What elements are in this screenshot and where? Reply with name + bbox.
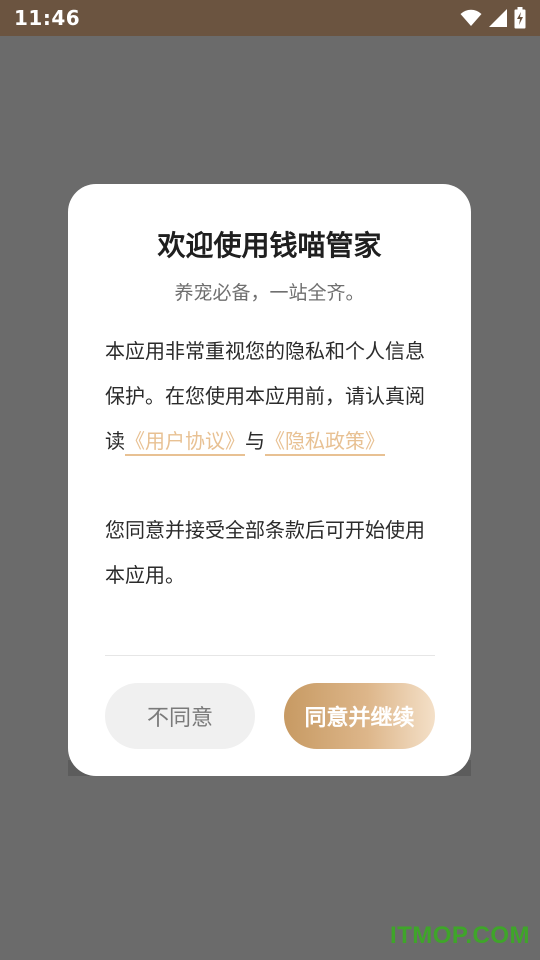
privacy-dialog: 欢迎使用钱喵管家 养宠必备，一站全齐。 本应用非常重视您的隐私和个人信息保护。在… (68, 184, 471, 776)
privacy-policy-link[interactable]: 《隐私政策》 (265, 429, 385, 453)
wifi-icon (460, 9, 482, 26)
privacy-paragraph: 本应用非常重视您的隐私和个人信息保护。在您使用本应用前，请认真阅读《用户协议》与… (105, 329, 435, 464)
status-icons (460, 7, 526, 29)
dialog-title: 欢迎使用钱喵管家 (157, 229, 382, 262)
agree-continue-button[interactable]: 同意并继续 (284, 683, 435, 749)
watermark: ITMOP.COM (389, 922, 530, 949)
user-agreement-link[interactable]: 《用户协议》 (125, 429, 245, 453)
divider (105, 655, 435, 656)
dialog-body: 本应用非常重视您的隐私和个人信息保护。在您使用本应用前，请认真阅读《用户协议》与… (105, 329, 435, 598)
dialog-subtitle: 养宠必备，一站全齐。 (174, 282, 365, 304)
status-time: 11:46 (14, 6, 81, 30)
disagree-button[interactable]: 不同意 (105, 683, 255, 749)
signal-icon (489, 9, 507, 27)
connector-text: 与 (245, 429, 265, 453)
battery-charging-icon (514, 7, 526, 29)
consent-paragraph: 您同意并接受全部条款后可开始使用本应用。 (105, 518, 425, 587)
status-bar: 11:46 (0, 0, 540, 36)
